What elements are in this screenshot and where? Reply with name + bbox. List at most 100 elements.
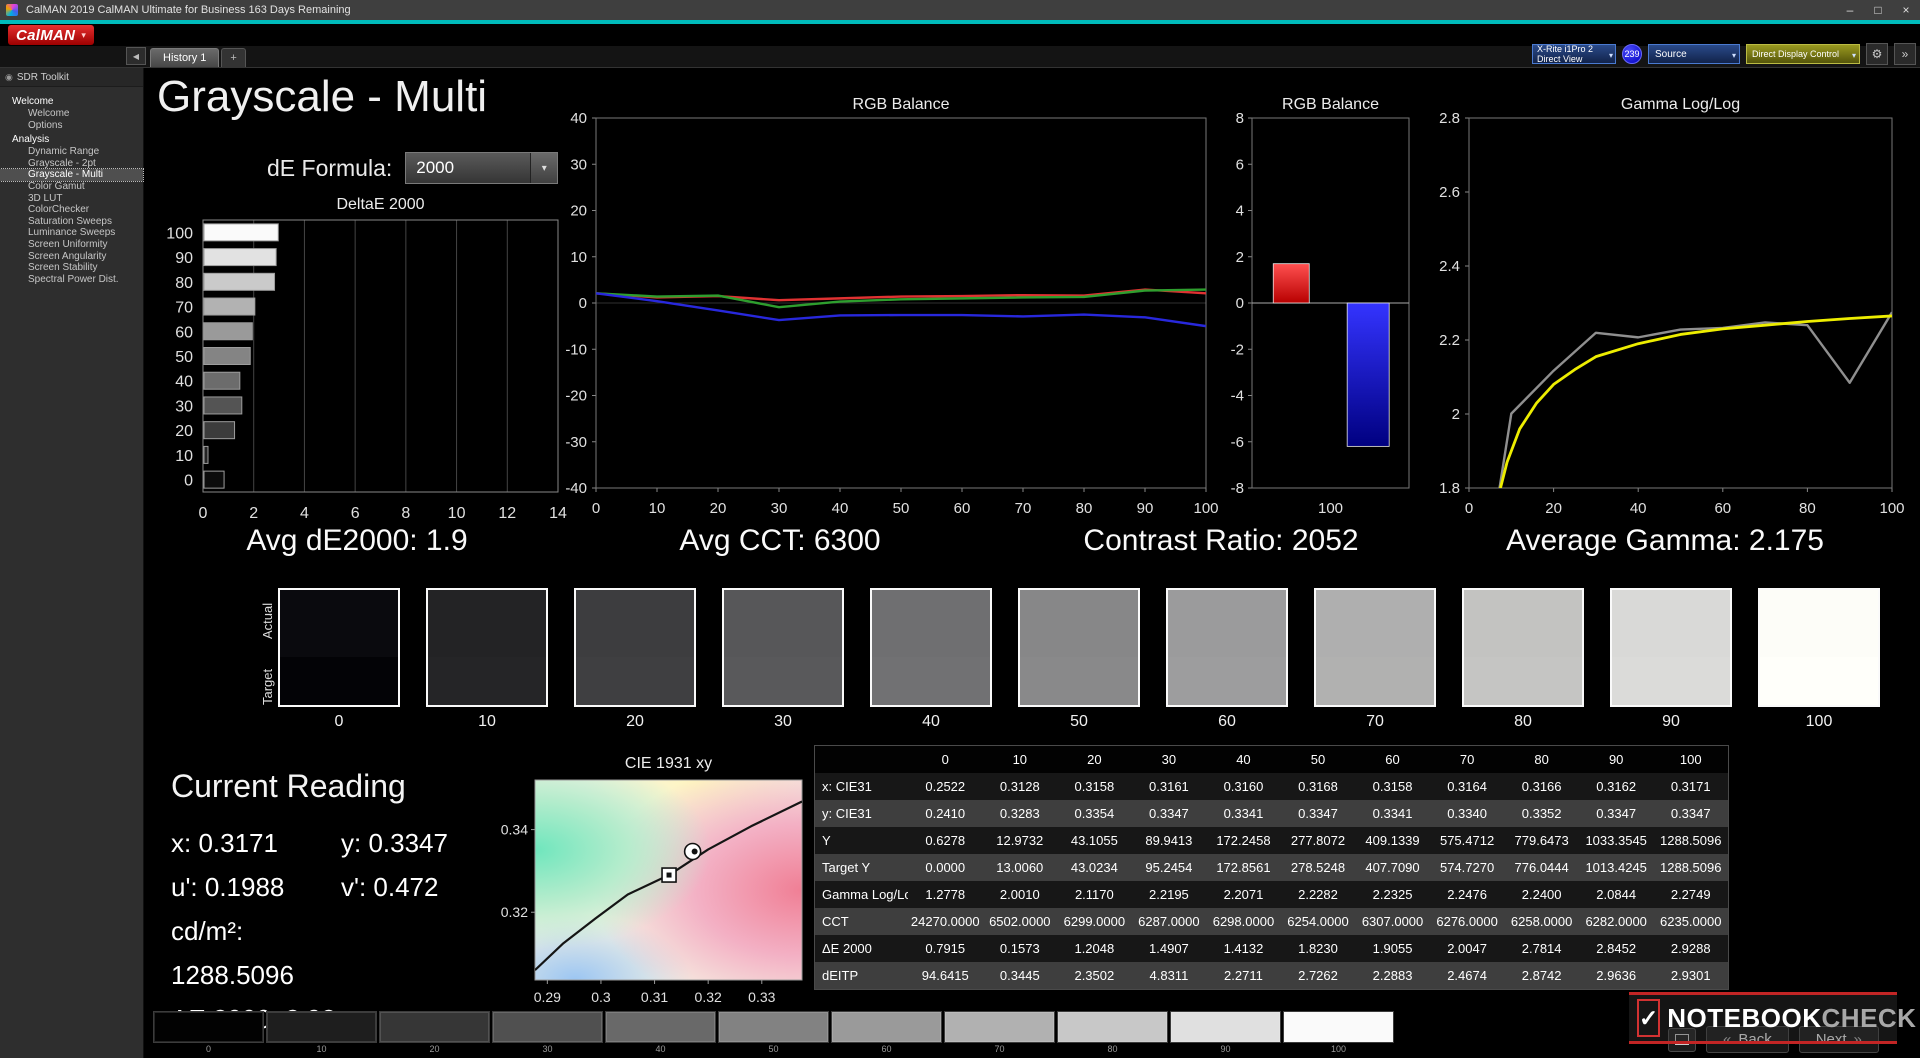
swatch-label: 30	[722, 713, 844, 731]
close-button[interactable]: ×	[1892, 0, 1920, 20]
sidebar-item-spectral-power-dist[interactable]: Spectral Power Dist.	[0, 274, 143, 286]
chevron-down-icon: ▾	[1609, 51, 1613, 61]
display-control-dropdown[interactable]: Direct Display Control ▾	[1746, 44, 1860, 64]
svg-text:0.33: 0.33	[748, 989, 775, 1005]
sidebar-item-screen-angularity[interactable]: Screen Angularity	[0, 251, 143, 263]
gradient-block	[379, 1011, 490, 1043]
table-cell: 1288.5096	[1653, 854, 1728, 881]
table-cell: 0.3341	[1355, 800, 1430, 827]
svg-text:80: 80	[1799, 500, 1816, 517]
swatch-target-patch	[280, 657, 398, 705]
svg-text:10: 10	[649, 500, 666, 517]
measurement-table: 0102030405060708090100x: CIE310.25220.31…	[814, 745, 1729, 990]
collapse-sidebar-button[interactable]: ◀	[126, 47, 146, 65]
table-cell: 2.3502	[1057, 962, 1132, 989]
table-cell: 1.4132	[1206, 935, 1281, 962]
gradient-step-30: 30	[492, 1011, 603, 1054]
sidebar-item-dynamic-range[interactable]: Dynamic Range	[0, 146, 143, 158]
svg-text:0: 0	[199, 505, 208, 522]
svg-text:70: 70	[1015, 500, 1032, 517]
table-cell: 2.8452	[1579, 935, 1654, 962]
table-col-30: 30	[1132, 746, 1207, 773]
gradient-label: 80	[1107, 1044, 1117, 1054]
gradient-block	[1057, 1011, 1168, 1043]
gradient-label: 10	[316, 1044, 326, 1054]
swatch-label: 100	[1758, 713, 1880, 731]
svg-text:6: 6	[351, 505, 360, 522]
sidebar-group-welcome[interactable]: Welcome	[0, 96, 143, 108]
table-cell: 2.9636	[1579, 962, 1654, 989]
table-cell: 574.7270	[1430, 854, 1505, 881]
maximize-button[interactable]: □	[1864, 0, 1892, 20]
svg-text:2: 2	[1236, 249, 1244, 266]
table-cell: 172.8561	[1206, 854, 1281, 881]
sidebar-item-color-gamut[interactable]: Color Gamut	[0, 181, 143, 193]
svg-text:0.31: 0.31	[641, 989, 668, 1005]
table-cell: 1013.4245	[1579, 854, 1654, 881]
svg-text:2.8: 2.8	[1439, 110, 1460, 127]
swatch-actual-patch	[724, 590, 842, 657]
svg-text:20: 20	[175, 423, 193, 440]
tab-history-1[interactable]: History 1	[150, 48, 219, 67]
table-cell: 1.2048	[1057, 935, 1132, 962]
table-cell: 6235.0000	[1653, 908, 1728, 935]
swatch-label: 90	[1610, 713, 1732, 731]
table-cell: 2.2195	[1132, 881, 1207, 908]
panel-pin-icon[interactable]: ◉	[5, 72, 13, 83]
svg-text:Gamma Log/Log: Gamma Log/Log	[1621, 96, 1740, 113]
table-cell: 0.3354	[1057, 800, 1132, 827]
table-cell: 1033.3545	[1579, 827, 1654, 854]
window-title: CalMAN 2019 CalMAN Ultimate for Business…	[26, 4, 351, 16]
sidebar-item-grayscale-2pt[interactable]: Grayscale - 2pt	[0, 158, 143, 170]
panel-expand-button[interactable]: »	[1894, 43, 1916, 65]
swatch-label: 10	[426, 713, 548, 731]
sidebar-group-analysis[interactable]: Analysis	[0, 134, 143, 146]
swatch-label: 80	[1462, 713, 1584, 731]
svg-text:-30: -30	[565, 434, 587, 451]
svg-text:0: 0	[1236, 295, 1244, 312]
sidebar-item-welcome[interactable]: Welcome	[0, 108, 143, 120]
minimize-button[interactable]: –	[1836, 0, 1864, 20]
sidebar-item-saturation-sweeps[interactable]: Saturation Sweeps	[0, 216, 143, 228]
sidebar-item-screen-uniformity[interactable]: Screen Uniformity	[0, 239, 143, 251]
sidebar-item-luminance-sweeps[interactable]: Luminance Sweeps	[0, 227, 143, 239]
table-row-target-y: Target Y0.000013.006043.023495.2454172.8…	[815, 854, 1728, 881]
de-formula-dropdown[interactable]: 2000 ▾	[405, 152, 558, 184]
table-cell: 2.2749	[1653, 881, 1728, 908]
sidebar-item-options[interactable]: Options	[0, 120, 143, 132]
meter-button[interactable]: X-Rite i1Pro 2 Direct View ▾	[1532, 44, 1616, 64]
calman-window: CalMAN 2019 CalMAN Ultimate for Business…	[0, 0, 1920, 1058]
add-tab-button[interactable]: +	[221, 48, 245, 67]
sidebar-item-grayscale-multi[interactable]: Grayscale - Multi	[0, 169, 143, 181]
gradient-label: 70	[994, 1044, 1004, 1054]
svg-text:60: 60	[1714, 500, 1731, 517]
source-dropdown[interactable]: Source ▾	[1648, 44, 1740, 64]
svg-text:1.8: 1.8	[1439, 480, 1460, 497]
calman-menu-button[interactable]: CalMAN ▾	[8, 25, 94, 45]
table-cell: 407.7090	[1355, 854, 1430, 881]
sidebar-item-3d-lut[interactable]: 3D LUT	[0, 193, 143, 205]
chevron-down-icon: ▾	[1852, 51, 1856, 60]
svg-text:20: 20	[570, 203, 587, 220]
rgb-balance-bar-plot: RGB Balance86420-2-4-6-8100	[1225, 93, 1437, 523]
table-cell: 2.0047	[1430, 935, 1505, 962]
table-row-cct: CCT24270.00006502.00006299.00006287.0000…	[815, 908, 1728, 935]
settings-gear-button[interactable]: ⚙	[1866, 43, 1888, 65]
svg-text:50: 50	[893, 500, 910, 517]
calman-logo-text: CalMAN	[16, 27, 75, 44]
actual-row-label: Actual	[260, 590, 275, 652]
swatch-actual-patch	[576, 590, 694, 657]
sidebar-item-colorchecker[interactable]: ColorChecker	[0, 204, 143, 216]
swatch-target-patch	[1316, 657, 1434, 705]
table-cell: 2.2325	[1355, 881, 1430, 908]
svg-text:-20: -20	[565, 388, 587, 405]
table-cell: 12.9732	[983, 827, 1058, 854]
svg-text:50: 50	[175, 349, 193, 366]
notebookcheck-logo-icon: ✓	[1637, 999, 1660, 1037]
svg-text:10: 10	[175, 448, 193, 465]
row-label: x: CIE31	[815, 773, 908, 800]
swatch-30: 30	[722, 588, 844, 731]
swatch-target-patch	[1020, 657, 1138, 705]
sidebar-item-screen-stability[interactable]: Screen Stability	[0, 262, 143, 274]
gradient-block	[944, 1011, 1055, 1043]
